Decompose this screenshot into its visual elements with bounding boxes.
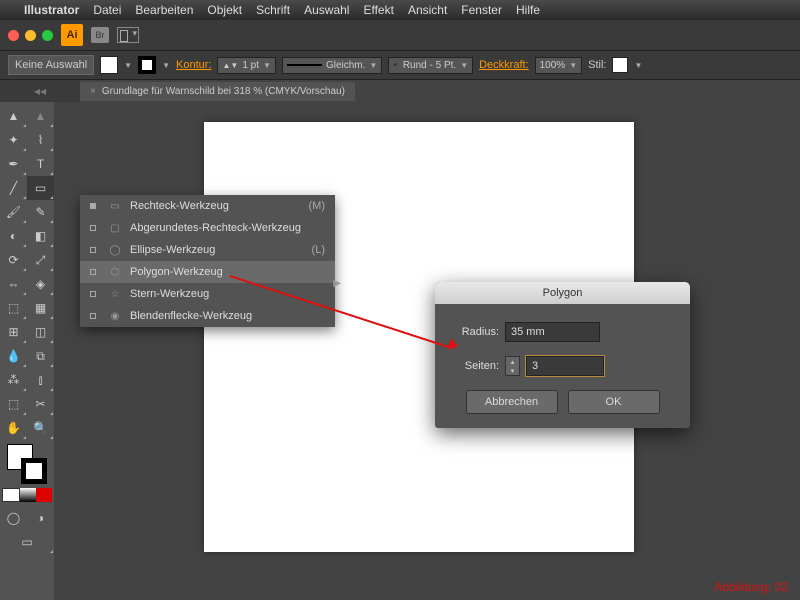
- fill-swatch[interactable]: [100, 56, 118, 74]
- sides-stepper[interactable]: ▴▾: [505, 356, 520, 376]
- blob-brush-tool[interactable]: ◐: [0, 224, 27, 248]
- flyout-tearoff-icon[interactable]: ▶: [333, 278, 341, 289]
- blend-tool[interactable]: ⧉: [27, 344, 54, 368]
- free-transform-tool[interactable]: ◈: [27, 272, 54, 296]
- stroke-dash-dropdown[interactable]: Gleichm.▼: [282, 57, 382, 74]
- stroke-swatch[interactable]: [138, 56, 156, 74]
- sides-input[interactable]: [526, 356, 604, 376]
- menu-objekt[interactable]: Objekt: [207, 3, 242, 17]
- document-tab[interactable]: × Grundlage für Warnschild bei 318 % (CM…: [80, 82, 355, 101]
- symbol-sprayer-tool[interactable]: ⁂: [0, 368, 27, 392]
- ellipse-icon: ◯: [108, 245, 122, 256]
- star-menuitem[interactable]: ☆Stern-Werkzeug: [80, 283, 335, 305]
- stroke-dropdown-icon[interactable]: ▼: [162, 61, 170, 70]
- document-tab-bar: ◀◀ × Grundlage für Warnschild bei 318 % …: [0, 80, 800, 102]
- bridge-button[interactable]: Br: [91, 27, 109, 43]
- radius-label: Radius:: [451, 326, 499, 338]
- artboard-tool[interactable]: ⬚: [0, 392, 27, 416]
- menu-hilfe[interactable]: Hilfe: [516, 3, 540, 17]
- fill-dropdown-icon[interactable]: ▼: [124, 61, 132, 70]
- rectangle-menuitem[interactable]: ▭Rechteck-Werkzeug(M): [80, 195, 335, 217]
- width-tool[interactable]: ⇔: [0, 272, 27, 296]
- sides-label: Seiten:: [451, 360, 499, 372]
- dialog-title: Polygon: [435, 282, 690, 304]
- flare-icon: ◉: [108, 311, 122, 322]
- menu-datei[interactable]: Datei: [93, 3, 121, 17]
- selection-tool[interactable]: ▲: [0, 104, 27, 128]
- menu-schrift[interactable]: Schrift: [256, 3, 290, 17]
- minimize-button[interactable]: [25, 30, 36, 41]
- window-controls: [8, 30, 53, 41]
- zoom-tool[interactable]: 🔍: [27, 416, 54, 440]
- app-logo: Ai: [61, 24, 83, 46]
- shape-builder-tool[interactable]: ⬚: [0, 296, 27, 320]
- rectangle-icon: ▭: [108, 201, 122, 212]
- opacity-label: Deckkraft:: [479, 59, 529, 71]
- menu-bearbeiten[interactable]: Bearbeiten: [135, 3, 193, 17]
- tab-close-icon[interactable]: ×: [90, 86, 96, 97]
- cancel-button[interactable]: Abbrechen: [466, 390, 558, 414]
- polygon-dialog: Polygon Radius: Seiten: ▴▾ Abbrechen OK: [435, 282, 690, 428]
- style-label: Stil:: [588, 59, 606, 71]
- graph-tool[interactable]: ⫾: [27, 368, 54, 392]
- flare-menuitem[interactable]: ◉Blendenflecke-Werkzeug: [80, 305, 335, 327]
- hand-tool[interactable]: ✋: [0, 416, 27, 440]
- arrange-documents-button[interactable]: [117, 27, 139, 43]
- lasso-tool[interactable]: ⌇: [27, 128, 54, 152]
- close-button[interactable]: [8, 30, 19, 41]
- rotate-tool[interactable]: ⟳: [0, 248, 27, 272]
- figure-caption: Abbildung: 02: [715, 580, 788, 594]
- app-name[interactable]: Illustrator: [24, 3, 79, 17]
- draw-mode-behind[interactable]: ◑: [27, 506, 54, 530]
- magic-wand-tool[interactable]: ✦: [0, 128, 27, 152]
- stroke-weight-input[interactable]: ▲▼1 pt▼: [217, 57, 275, 74]
- rounded-rect-menuitem[interactable]: ▢Abgerundetes-Rechteck-Werkzeug: [80, 217, 335, 239]
- opacity-input[interactable]: 100%▼: [535, 57, 583, 74]
- ellipse-menuitem[interactable]: ◯Ellipse-Werkzeug(L): [80, 239, 335, 261]
- star-icon: ☆: [108, 289, 122, 300]
- app-titlebar: Ai Br: [0, 20, 800, 50]
- slice-tool[interactable]: ✂: [27, 392, 54, 416]
- pencil-tool[interactable]: ✎: [27, 200, 54, 224]
- radius-input[interactable]: [505, 322, 600, 342]
- shape-tools-flyout: ▭Rechteck-Werkzeug(M) ▢Abgerundetes-Rech…: [80, 195, 335, 327]
- screen-mode[interactable]: ▭: [0, 530, 54, 554]
- gradient-tool[interactable]: ◫: [27, 320, 54, 344]
- rectangle-tool[interactable]: ▭: [27, 176, 54, 200]
- polygon-menuitem[interactable]: ⬡Polygon-Werkzeug: [80, 261, 335, 283]
- brush-dropdown[interactable]: •Rund - 5 Pt.▼: [388, 57, 473, 74]
- document-title: Grundlage für Warnschild bei 318 % (CMYK…: [102, 86, 345, 97]
- perspective-tool[interactable]: ▦: [27, 296, 54, 320]
- direct-selection-tool[interactable]: ▲: [27, 104, 54, 128]
- control-bar: Keine Auswahl ▼ ▼ Kontur: ▲▼1 pt▼ Gleich…: [0, 50, 800, 80]
- type-tool[interactable]: T: [27, 152, 54, 176]
- style-swatch[interactable]: [612, 57, 628, 73]
- selection-status: Keine Auswahl: [8, 55, 94, 75]
- draw-mode-normal[interactable]: ◯: [0, 506, 27, 530]
- zoom-button[interactable]: [42, 30, 53, 41]
- line-tool[interactable]: ╱: [0, 176, 27, 200]
- menu-effekt[interactable]: Effekt: [363, 3, 393, 17]
- menu-auswahl[interactable]: Auswahl: [304, 3, 349, 17]
- menu-ansicht[interactable]: Ansicht: [408, 3, 447, 17]
- system-menubar: Illustrator Datei Bearbeiten Objekt Schr…: [0, 0, 800, 20]
- rounded-rect-icon: ▢: [108, 223, 122, 234]
- toolbar: ▲▲ ✦⌇ ✒T ╱▭ 🖌✎ ◐◧ ⟳⤢ ⇔◈ ⬚▦ ⊞◫ 💧⧉ ⁂⫾ ⬚✂ ✋…: [0, 102, 54, 600]
- pen-tool[interactable]: ✒: [0, 152, 27, 176]
- mesh-tool[interactable]: ⊞: [0, 320, 27, 344]
- eyedropper-tool[interactable]: 💧: [0, 344, 27, 368]
- fill-stroke-widget[interactable]: [7, 444, 47, 484]
- scale-tool[interactable]: ⤢: [27, 248, 54, 272]
- ok-button[interactable]: OK: [568, 390, 660, 414]
- polygon-icon: ⬡: [108, 267, 122, 278]
- stroke-label: Kontur:: [176, 59, 211, 71]
- menu-fenster[interactable]: Fenster: [461, 3, 502, 17]
- eraser-tool[interactable]: ◧: [27, 224, 54, 248]
- color-mode-row[interactable]: [2, 488, 52, 502]
- paintbrush-tool[interactable]: 🖌: [0, 200, 27, 224]
- panel-grip[interactable]: ◀◀: [0, 80, 80, 102]
